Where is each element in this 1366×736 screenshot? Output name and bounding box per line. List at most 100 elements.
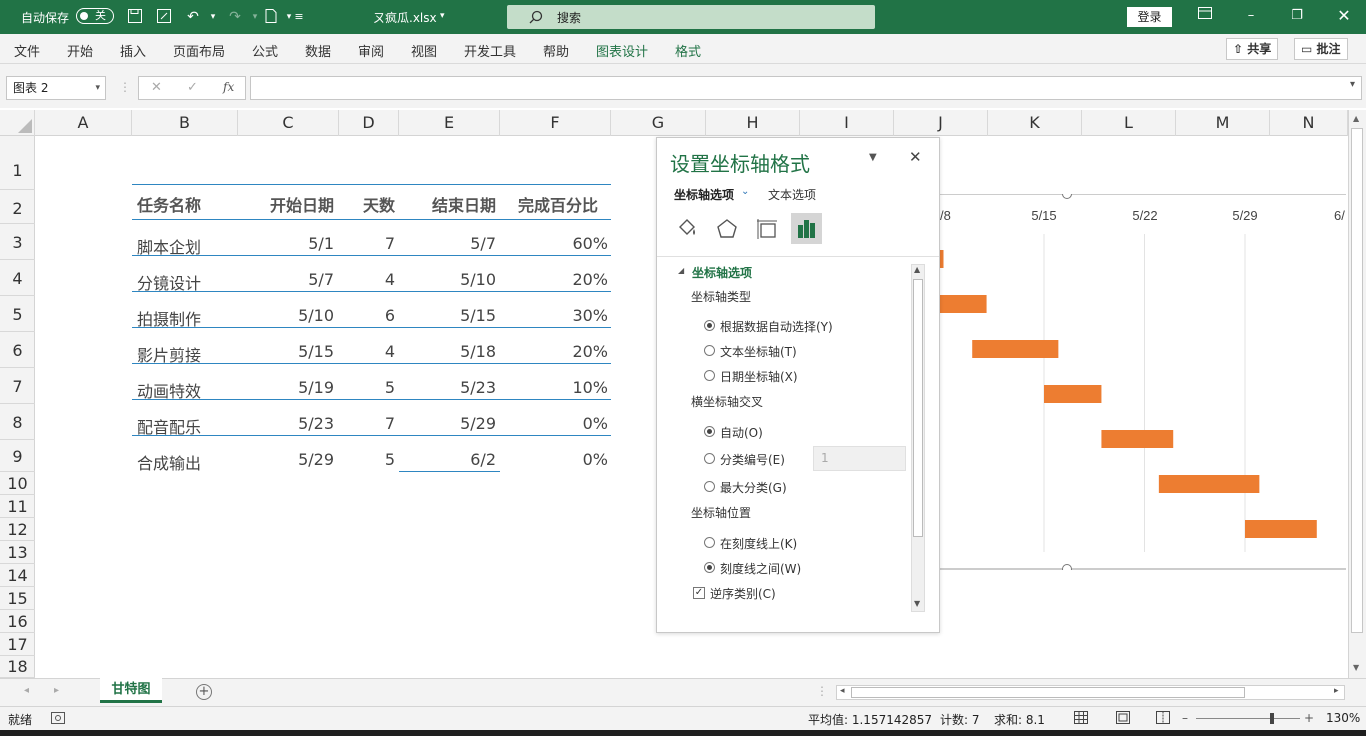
- close-icon[interactable]: ✕: [1334, 6, 1354, 26]
- radio-cross-auto[interactable]: [704, 426, 715, 437]
- insert-function-icon[interactable]: fx: [223, 80, 234, 94]
- radio-on-tick-marks[interactable]: [704, 537, 715, 548]
- tab-file[interactable]: 文件: [14, 41, 40, 60]
- comments-button[interactable]: ▭ 批注: [1294, 38, 1348, 60]
- row-header[interactable]: 13: [0, 541, 35, 564]
- vertical-scroll-thumb[interactable]: [1351, 128, 1363, 633]
- radio-category-number-label[interactable]: 分类编号(E): [720, 451, 785, 468]
- tab-chart-design[interactable]: 图表设计: [596, 41, 648, 60]
- row-header[interactable]: 12: [0, 518, 35, 541]
- gantt-bar[interactable]: [1044, 385, 1102, 403]
- effects-icon[interactable]: [715, 217, 739, 241]
- row-header[interactable]: 8: [0, 404, 35, 440]
- redo-icon[interactable]: ↷: [226, 8, 244, 26]
- filename-dropdown-icon[interactable]: ▾: [440, 11, 445, 21]
- chevron-down-icon[interactable]: ⌄: [741, 186, 749, 197]
- enter-icon[interactable]: ✓: [187, 80, 198, 95]
- column-header[interactable]: F: [500, 110, 611, 136]
- collapse-triangle-icon[interactable]: ◢: [678, 266, 684, 275]
- gantt-chart[interactable]: /8 5/15 5/22 5/29 6/: [940, 194, 1346, 570]
- row-header[interactable]: 18: [0, 656, 35, 678]
- zoom-in-icon[interactable]: +: [1304, 711, 1314, 725]
- gantt-bar[interactable]: [940, 250, 944, 268]
- sheet-tab-gantt[interactable]: 甘特图: [100, 678, 162, 703]
- row-header[interactable]: 9: [0, 440, 35, 472]
- row-header[interactable]: 17: [0, 633, 35, 656]
- chart-resize-handle[interactable]: [1062, 564, 1072, 571]
- radio-auto-select-label[interactable]: 根据数据自动选择(Y): [720, 318, 833, 335]
- column-header[interactable]: M: [1176, 110, 1270, 136]
- tab-developer[interactable]: 开发工具: [464, 41, 516, 60]
- row-header[interactable]: 3: [0, 224, 35, 260]
- radio-max-category[interactable]: [704, 481, 715, 492]
- gantt-bar[interactable]: [940, 295, 987, 313]
- gantt-bar[interactable]: [1245, 520, 1317, 538]
- scroll-left-icon[interactable]: ◂: [840, 686, 845, 696]
- undo-dropdown-icon[interactable]: ▾: [204, 8, 222, 26]
- expand-formula-icon[interactable]: ▾: [1350, 79, 1355, 90]
- zoom-out-icon[interactable]: –: [1182, 711, 1188, 725]
- row-header[interactable]: 1: [0, 136, 35, 190]
- tab-home[interactable]: 开始: [67, 41, 93, 60]
- radio-category-number[interactable]: [704, 453, 715, 464]
- row-header[interactable]: 11: [0, 495, 35, 518]
- chart-resize-handle[interactable]: [1062, 194, 1072, 199]
- column-header[interactable]: H: [706, 110, 800, 136]
- scroll-right-icon[interactable]: ▸: [1334, 686, 1339, 696]
- scroll-up-icon[interactable]: ▲: [914, 265, 920, 274]
- gantt-bar[interactable]: [1101, 430, 1174, 448]
- search-box[interactable]: 搜索: [507, 5, 875, 29]
- add-sheet-icon[interactable]: +: [196, 684, 212, 700]
- reverse-order-label[interactable]: 逆序类别(C): [710, 585, 776, 602]
- save-icon[interactable]: [126, 8, 144, 26]
- tab-format[interactable]: 格式: [675, 41, 701, 60]
- column-header[interactable]: I: [800, 110, 894, 136]
- size-properties-icon[interactable]: [755, 217, 779, 241]
- pane-scrollbar[interactable]: ▲ ▼: [911, 264, 925, 612]
- autosave-toggle[interactable]: 关: [76, 8, 114, 24]
- column-header[interactable]: C: [238, 110, 339, 136]
- tab-split-grip-icon[interactable]: ⋮: [816, 684, 828, 698]
- horizontal-scroll-thumb[interactable]: [851, 687, 1245, 698]
- scroll-down-icon[interactable]: ▼: [1353, 663, 1359, 672]
- scroll-down-icon[interactable]: ▼: [914, 599, 920, 608]
- ribbon-display-icon[interactable]: [1195, 6, 1215, 26]
- macro-record-icon[interactable]: [51, 712, 65, 724]
- radio-auto-select[interactable]: [704, 320, 715, 331]
- undo-icon[interactable]: ↶: [184, 8, 202, 26]
- column-header[interactable]: K: [988, 110, 1082, 136]
- scroll-up-icon[interactable]: ▲: [1353, 114, 1359, 123]
- tab-axis-options[interactable]: 坐标轴选项: [674, 186, 734, 203]
- restore-icon[interactable]: ❐: [1287, 6, 1307, 26]
- tab-data[interactable]: 数据: [305, 41, 331, 60]
- name-box[interactable]: 图表 2 ▾: [6, 76, 106, 100]
- cancel-icon[interactable]: ✕: [151, 80, 162, 95]
- radio-text-axis[interactable]: [704, 345, 715, 356]
- radio-date-axis[interactable]: [704, 370, 715, 381]
- name-box-dropdown-icon[interactable]: ▾: [95, 77, 100, 99]
- gantt-bar[interactable]: [1158, 475, 1260, 493]
- horizontal-scrollbar[interactable]: ◂ ▸: [836, 685, 1345, 700]
- tab-help[interactable]: 帮助: [543, 41, 569, 60]
- vertical-scrollbar[interactable]: ▲ ▼: [1348, 110, 1366, 678]
- row-header[interactable]: 5: [0, 296, 35, 332]
- tab-insert[interactable]: 插入: [120, 41, 146, 60]
- page-break-view-icon[interactable]: [1156, 711, 1170, 724]
- minimize-icon[interactable]: –: [1241, 6, 1261, 26]
- save-as-icon[interactable]: [155, 8, 173, 26]
- axis-options-icon[interactable]: [791, 213, 822, 244]
- normal-view-icon[interactable]: [1074, 711, 1088, 724]
- pane-options-icon[interactable]: ▼: [869, 152, 877, 163]
- prev-sheet-icon[interactable]: ◂: [24, 685, 29, 696]
- row-header[interactable]: 7: [0, 368, 35, 404]
- radio-between-tick-marks[interactable]: [704, 562, 715, 573]
- radio-on-tick-marks-label[interactable]: 在刻度线上(K): [720, 535, 797, 552]
- zoom-slider-thumb[interactable]: [1270, 713, 1274, 724]
- radio-max-category-label[interactable]: 最大分类(G): [720, 479, 787, 496]
- reverse-order-checkbox[interactable]: ✓: [693, 587, 705, 599]
- tab-page-layout[interactable]: 页面布局: [173, 41, 225, 60]
- row-header[interactable]: 15: [0, 587, 35, 610]
- login-button[interactable]: 登录: [1127, 7, 1172, 27]
- column-header[interactable]: B: [132, 110, 238, 136]
- tab-review[interactable]: 审阅: [358, 41, 384, 60]
